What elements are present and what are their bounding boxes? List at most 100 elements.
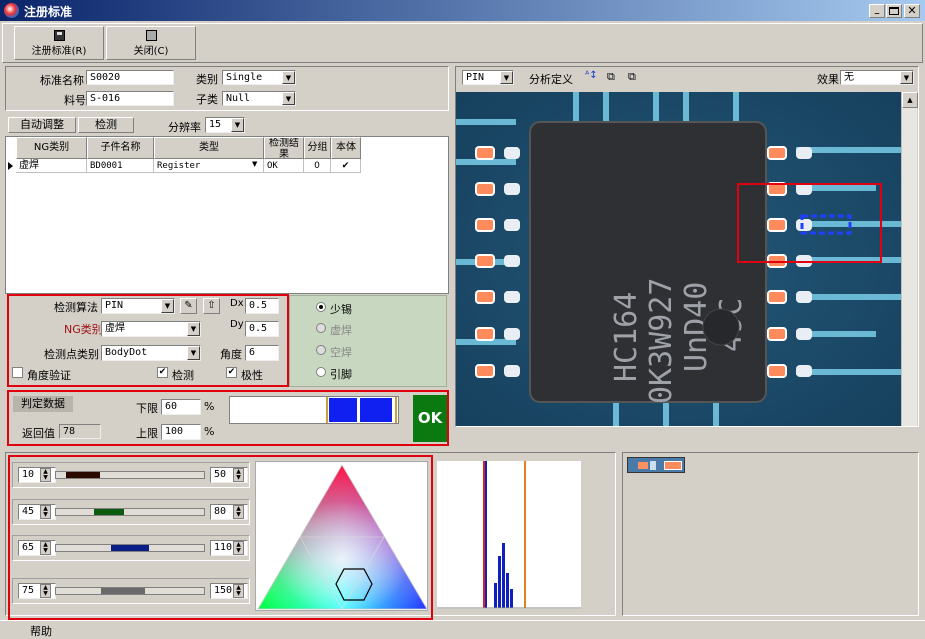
effect-dropdown-arrow[interactable]: ▼	[900, 71, 913, 84]
radio-less-tin[interactable]	[316, 302, 326, 312]
dx-label: Dx	[230, 298, 244, 309]
upper-input[interactable]: 100	[161, 424, 201, 440]
slider-high-spin[interactable]: ▲ ▼	[233, 541, 244, 555]
copy-icon[interactable]: ⧉	[607, 70, 615, 84]
slider-low-spin[interactable]: ▲ ▼	[40, 541, 51, 555]
dy-label: Dy	[230, 319, 244, 330]
slider-low-spin[interactable]: ▲ ▼	[40, 584, 51, 598]
cell-type-dropdown-icon[interactable]: ▼	[252, 160, 257, 168]
radio-pin[interactable]	[316, 367, 326, 377]
algo-dropdown-arrow[interactable]: ▼	[161, 299, 174, 313]
sort-icon[interactable]: ᴬ↕	[585, 70, 598, 81]
wand-icon[interactable]: ✎	[180, 298, 197, 314]
judge-tab[interactable]: 判定数据	[13, 396, 73, 412]
category-dropdown-arrow[interactable]: ▼	[282, 71, 295, 84]
grid-header-part[interactable]: 子件名称	[87, 137, 154, 159]
detect-button[interactable]: 检测	[78, 117, 134, 133]
close-window-button[interactable]: ✕	[904, 4, 920, 18]
effect-label: 效果	[817, 73, 839, 86]
part-no-input[interactable]: S-016	[86, 91, 174, 106]
radio-virtual-weld-label: 虚焊	[330, 324, 352, 337]
std-name-input[interactable]: S0020	[86, 70, 174, 85]
right-pin-0-lead	[796, 147, 812, 159]
slider-track[interactable]	[55, 587, 205, 595]
cell-body[interactable]: ✔	[331, 159, 361, 173]
cell-result[interactable]: OK	[264, 159, 304, 173]
close-button[interactable]: 关闭(C)	[106, 26, 196, 60]
slider-high-spin[interactable]: ▲ ▼	[233, 505, 244, 519]
cell-part[interactable]: BD0001	[87, 159, 154, 173]
ng-dropdown-arrow[interactable]: ▼	[187, 322, 200, 336]
table-row[interactable]: 虚焊 BD0001 Register ▼ OK 0 ✔	[6, 159, 362, 173]
right-pin-6-lead	[796, 365, 812, 377]
info-panel: 标准名称 S0020 料号 S-016 类别 Single ▼ 子类 Null …	[5, 66, 449, 111]
resolution-dropdown-arrow[interactable]: ▼	[231, 118, 244, 132]
paste-icon[interactable]: ⧉	[628, 70, 636, 84]
slider-track[interactable]	[55, 471, 205, 479]
radio-virtual-weld[interactable]	[316, 323, 326, 333]
right-pin-4	[767, 290, 787, 304]
cell-type[interactable]: Register	[154, 159, 264, 173]
dy-input[interactable]: 0.5	[245, 321, 279, 337]
status-bar: 帮助	[0, 620, 925, 639]
right-pin-5-lead	[796, 328, 812, 340]
register-button[interactable]: 注册标准(R)	[14, 26, 104, 60]
grid-header-body[interactable]: 本体	[331, 137, 361, 159]
grid-header-ng[interactable]: NG类别	[16, 137, 87, 159]
polarity-checkbox[interactable]: ✔	[226, 367, 237, 378]
left-pin-2-lead	[504, 219, 520, 231]
pointtype-select[interactable]: BodyDot	[101, 345, 201, 361]
minimize-button[interactable]: _	[869, 4, 885, 18]
ng-select[interactable]: 虚焊	[101, 321, 201, 337]
grid-header-result[interactable]: 检测结果	[264, 137, 304, 159]
help-label[interactable]: 帮助	[30, 623, 52, 639]
cell-group[interactable]: 0	[304, 159, 331, 173]
right-pin-0	[767, 146, 787, 160]
radio-empty-weld[interactable]	[316, 345, 326, 355]
thumbnail-panel	[622, 452, 919, 616]
image-scrollbar[interactable]: ▲	[901, 92, 918, 426]
histogram-chart	[437, 461, 581, 609]
chip-marking-2: 0K3W927	[644, 278, 679, 404]
slider-track[interactable]	[55, 508, 205, 516]
arrow-up-icon[interactable]: ⇧	[203, 298, 220, 314]
slider-high-spin[interactable]: ▲ ▼	[233, 584, 244, 598]
preview-pad-left	[329, 398, 357, 422]
pointtype-dropdown-arrow[interactable]: ▼	[187, 346, 200, 360]
scroll-up-button[interactable]: ▲	[902, 92, 918, 108]
pad-thumbnail[interactable]	[627, 457, 685, 473]
left-pin-5	[475, 327, 495, 341]
slider-low-spin[interactable]: ▲ ▼	[40, 468, 51, 482]
left-pin-2	[475, 218, 495, 232]
left-pin-0	[475, 146, 495, 160]
angle-verify-checkbox[interactable]	[12, 367, 23, 378]
left-pin-1	[475, 182, 495, 196]
view-mode-dropdown-arrow[interactable]: ▼	[500, 71, 513, 84]
lower-input[interactable]: 60	[161, 399, 201, 415]
algo-label: 检测算法	[54, 301, 98, 314]
polarity-label: 极性	[241, 369, 263, 382]
analysis-label[interactable]: 分析定义	[529, 71, 573, 87]
slider-low-spin[interactable]: ▲ ▼	[40, 505, 51, 519]
left-pin-0-lead	[504, 147, 520, 159]
title-bar: 注册标准 _ ✕	[0, 0, 925, 21]
subcategory-dropdown-arrow[interactable]: ▼	[282, 92, 295, 105]
color-triangle-area[interactable]	[255, 461, 428, 611]
ok-result: OK	[413, 395, 447, 442]
grid-header-group[interactable]: 分组	[304, 137, 331, 159]
pcb-image[interactable]: HC164 0K3W927 UnD40 49C	[456, 92, 901, 426]
color-triangle	[257, 464, 428, 610]
slider-high-spin[interactable]: ▲ ▼	[233, 468, 244, 482]
dx-input[interactable]: 0.5	[245, 298, 279, 314]
cell-ng[interactable]: 虚焊	[16, 159, 87, 173]
maximize-button[interactable]	[886, 4, 902, 18]
auto-adjust-button[interactable]: 自动调整	[8, 117, 76, 133]
angle-input[interactable]: 6	[245, 345, 279, 361]
slider-track[interactable]	[55, 544, 205, 552]
right-pin-4-lead	[796, 291, 812, 303]
detect-checkbox[interactable]: ✔	[157, 367, 168, 378]
histogram	[437, 461, 581, 609]
grid-header-type[interactable]: 类型	[154, 137, 264, 159]
left-pin-3-lead	[504, 255, 520, 267]
color-slider-row: 10 ▲ ▼ 50 ▲ ▼	[12, 462, 250, 488]
